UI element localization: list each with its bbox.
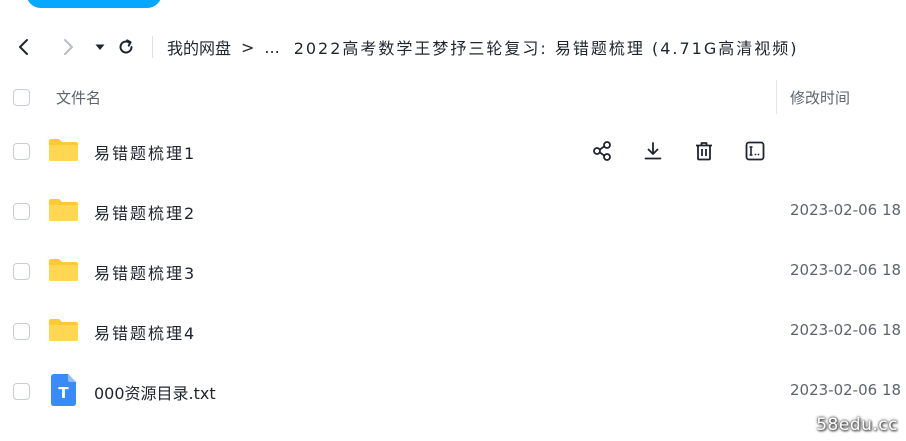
forward-icon[interactable] (58, 37, 78, 57)
row-checkbox[interactable] (13, 323, 30, 340)
table-row[interactable]: 易错题梳理3 2023-02-06 18 (0, 243, 906, 301)
navigation-bar: 我的网盘 > ... 2022高考数学王梦抒三轮复习: 易错题梳理 (4.71G… (0, 28, 906, 66)
folder-icon (49, 259, 78, 281)
modified-time: 2023-02-06 18 (790, 381, 902, 399)
back-icon[interactable] (14, 37, 34, 57)
breadcrumb-root[interactable]: 我的网盘 (167, 35, 231, 59)
row-checkbox[interactable] (13, 263, 30, 280)
table-row[interactable]: T 000资源目录.txt 2023-02-06 18 (0, 363, 906, 421)
folder-icon (49, 199, 78, 221)
row-checkbox[interactable] (13, 203, 30, 220)
table-row[interactable]: 易错题梳理2 2023-02-06 18 (0, 183, 906, 241)
table-header: 文件名 修改时间 (0, 76, 906, 120)
breadcrumb-current: 2022高考数学王梦抒三轮复习: 易错题梳理 (4.71G高清视频) (293, 39, 799, 58)
top-action-button[interactable] (26, 0, 162, 8)
file-name[interactable]: 易错题梳理4 (94, 320, 196, 344)
nav-separator (152, 36, 153, 58)
file-name[interactable]: 易错题梳理2 (94, 200, 196, 224)
folder-icon (49, 139, 78, 161)
txt-file-icon: T (51, 374, 76, 406)
table-row[interactable]: 易错题梳理4 2023-02-06 18 (0, 303, 906, 361)
history-dropdown-icon[interactable] (90, 37, 110, 57)
row-actions (590, 139, 794, 163)
rename-icon[interactable] (743, 139, 767, 163)
delete-icon[interactable] (692, 139, 716, 163)
file-name[interactable]: 000资源目录.txt (94, 380, 216, 404)
column-divider[interactable] (776, 80, 777, 114)
txt-icon-letter: T (58, 384, 69, 402)
modified-time: 2023-02-06 18 (790, 321, 902, 339)
share-icon[interactable] (590, 139, 614, 163)
breadcrumb-ellipsis[interactable]: ... (264, 38, 279, 57)
select-all-checkbox[interactable] (13, 89, 30, 106)
watermark: 58edu.cc (816, 415, 898, 435)
modified-time: 2023-02-06 18 (790, 201, 902, 219)
folder-icon (49, 319, 78, 341)
breadcrumb-separator: > (241, 37, 255, 57)
row-checkbox[interactable] (13, 383, 30, 400)
table-row[interactable]: 易错题梳理1 (0, 123, 906, 181)
file-name[interactable]: 易错题梳理3 (94, 260, 196, 284)
modified-time: 2023-02-06 18 (790, 261, 902, 279)
column-header-name[interactable]: 文件名 (56, 87, 101, 108)
file-name[interactable]: 易错题梳理1 (94, 140, 196, 164)
refresh-icon[interactable] (116, 37, 136, 57)
column-header-modified[interactable]: 修改时间 (790, 87, 850, 108)
row-checkbox[interactable] (13, 143, 30, 160)
download-icon[interactable] (641, 139, 665, 163)
